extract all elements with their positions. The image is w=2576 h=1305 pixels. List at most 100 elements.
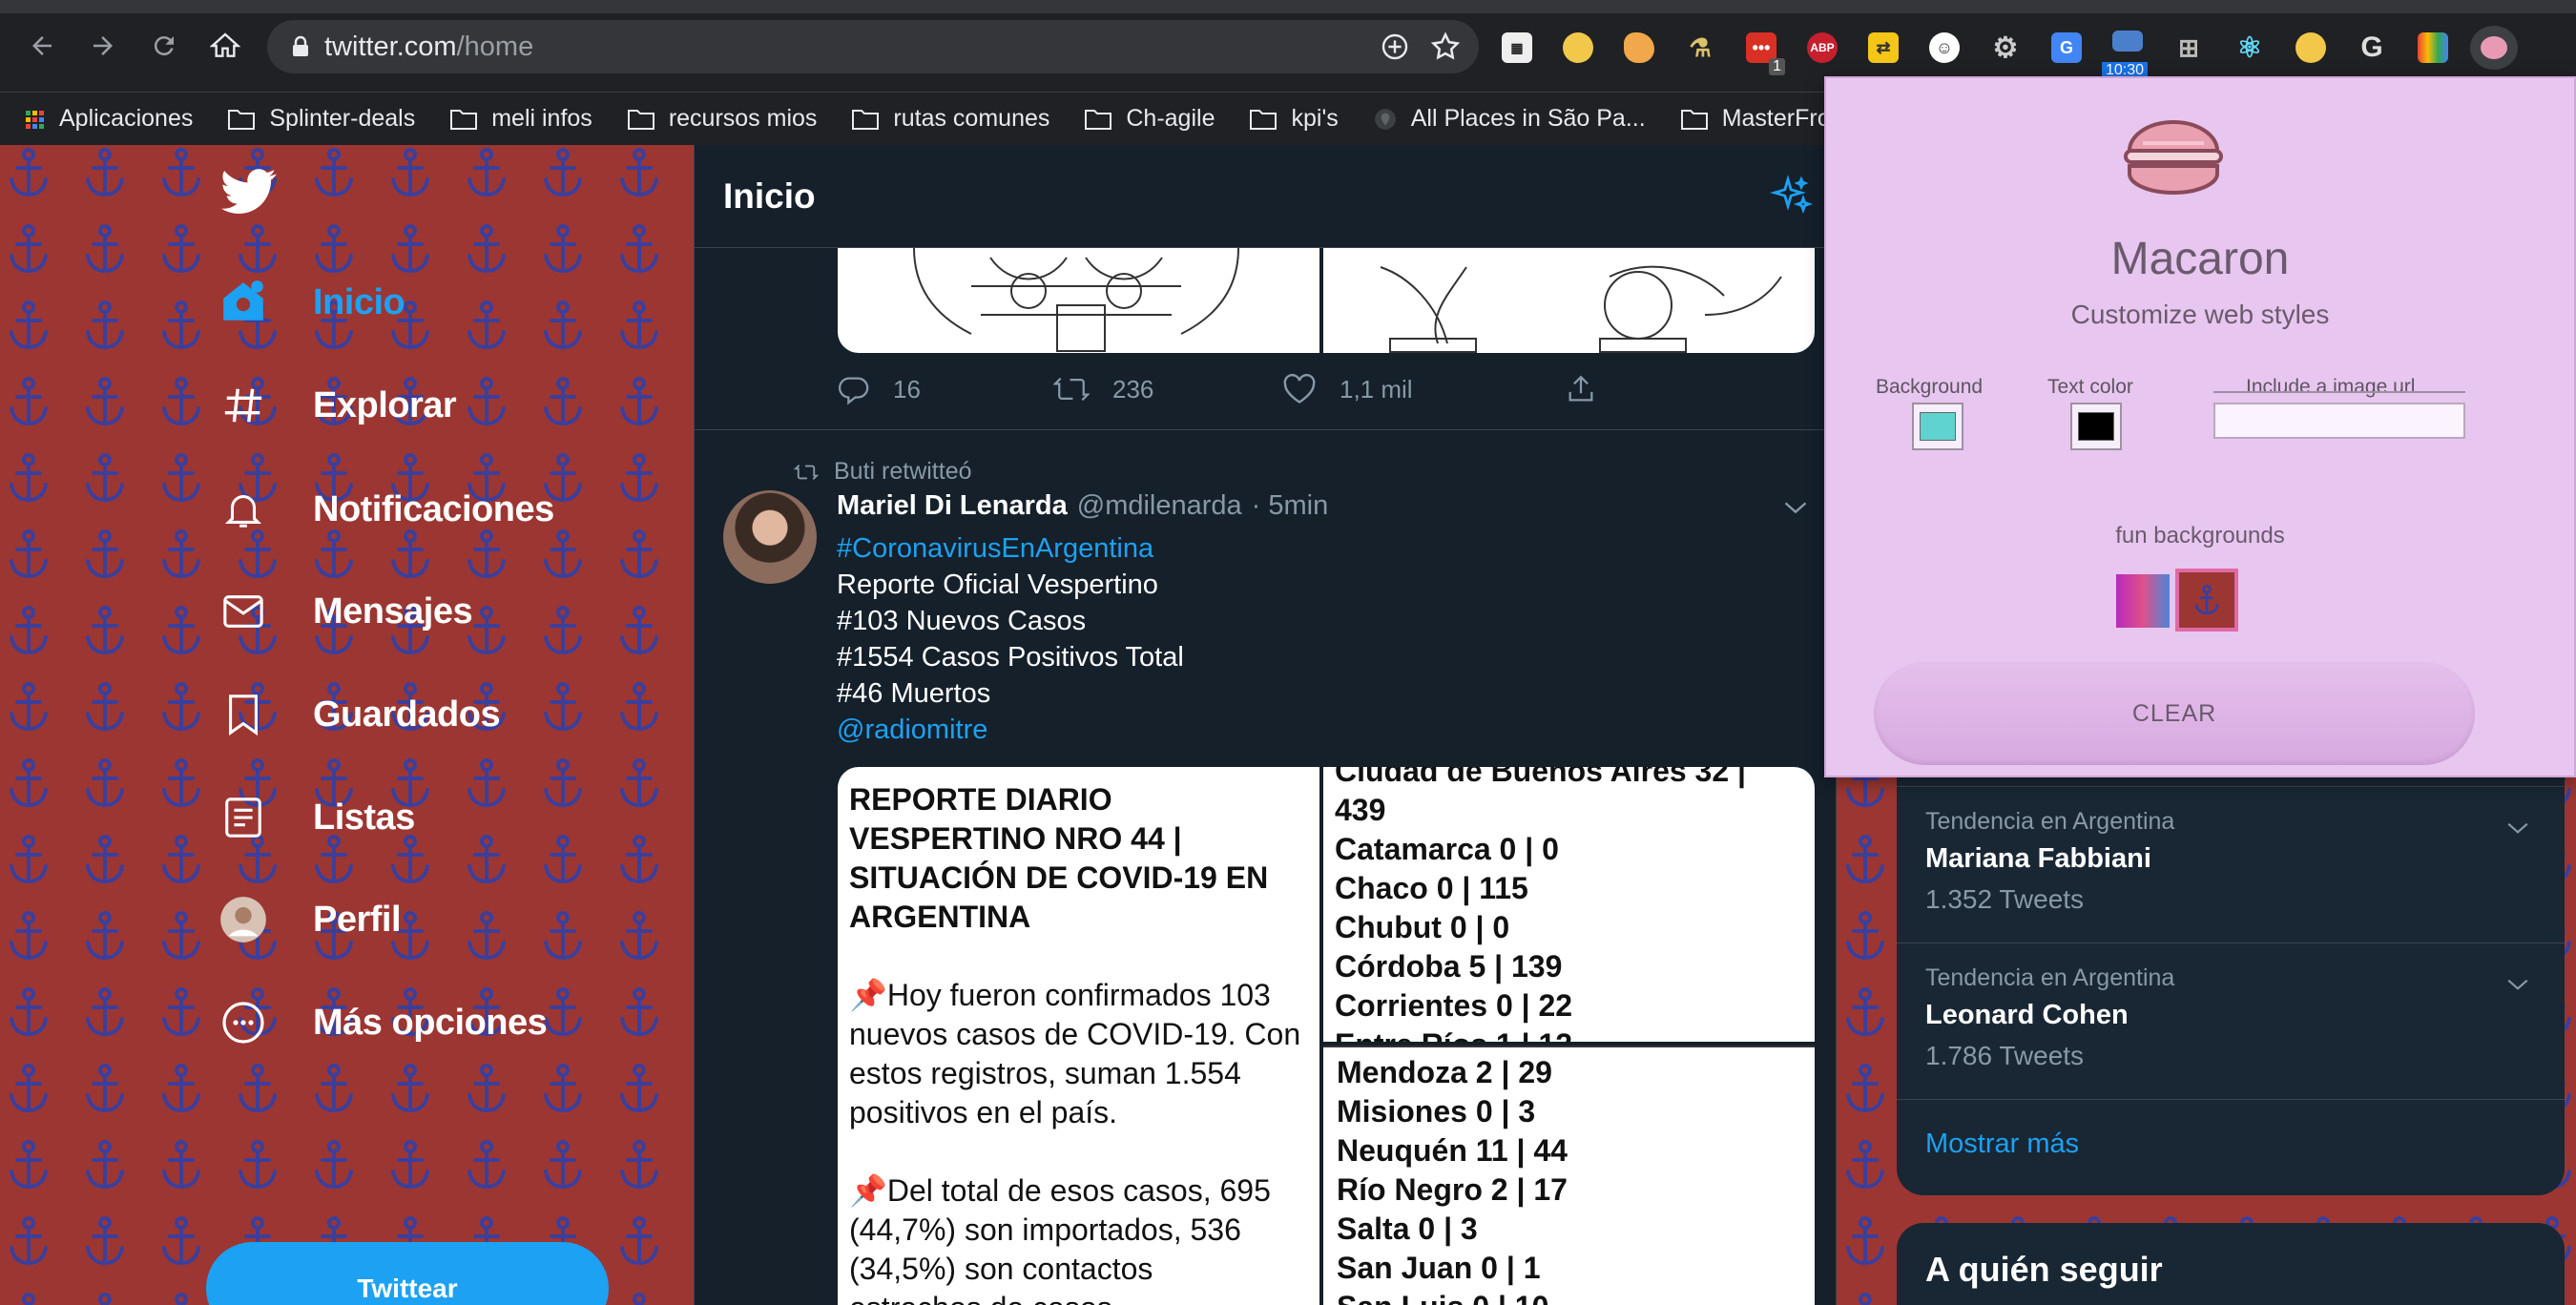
- settings-extension[interactable]: ⚙: [1982, 26, 2029, 70]
- clock-extension[interactable]: 10:30: [2102, 26, 2151, 79]
- image-url-underline: [2213, 391, 2465, 395]
- bookmark-item[interactable]: MasterFron: [1680, 105, 1844, 133]
- chevron-down-icon[interactable]: [2505, 819, 2530, 837]
- twitter-logo-icon[interactable]: [221, 168, 277, 216]
- timeline-column: Inicio 16 236 1,1 mil Buti retwitteó Mar…: [694, 145, 1837, 1305]
- bookmark-item[interactable]: meli infos: [449, 105, 592, 133]
- sidebar-item-explorar[interactable]: Explorar: [218, 380, 457, 431]
- tweet-time[interactable]: · 5min: [1252, 490, 1329, 522]
- report-line: 📌Del total de esos casos, 695: [849, 1173, 1271, 1208]
- reload-button[interactable]: [139, 21, 189, 71]
- sidebar-item-notificaciones[interactable]: Notificaciones: [218, 484, 554, 535]
- bird-extension[interactable]: [1615, 26, 1663, 70]
- image-url-label: Include a image url: [2246, 376, 2416, 398]
- sync-extension[interactable]: ⇄: [1859, 26, 1907, 70]
- color-extension[interactable]: [2409, 26, 2457, 70]
- trend-name: Mariana Fabbiani: [1925, 843, 2151, 874]
- list-icon: [218, 792, 269, 843]
- author-handle[interactable]: @mdilenarda: [1077, 490, 1242, 522]
- report-line: Chaco 0 | 115: [1335, 871, 1528, 905]
- image-url-input[interactable]: [2213, 403, 2465, 439]
- folder-icon: [1084, 108, 1112, 131]
- report-image-left[interactable]: REPORTE DIARIO VESPERTINO NRO 44 | SITUACI…: [838, 767, 1319, 1305]
- sidebar-item-m-s-opciones[interactable]: Más opciones: [218, 997, 548, 1048]
- burger-extension[interactable]: [1554, 26, 1602, 70]
- trend-count: 1.352 Tweets: [1925, 884, 2085, 914]
- fun-background-anchor-option[interactable]: [2175, 569, 2238, 632]
- forward-button[interactable]: [78, 21, 128, 71]
- bookmark-item[interactable]: Splinter-deals: [227, 105, 415, 133]
- adblock-icon: ABP: [1807, 32, 1838, 63]
- translate-extension[interactable]: G: [2043, 26, 2090, 70]
- report-image-bottom-right[interactable]: Mendoza 2 | 29 Misiones 0 | 3 Neuquén 11 |…: [1323, 1046, 1815, 1305]
- tweet-button[interactable]: Twittear: [206, 1242, 609, 1305]
- trend-item[interactable]: Tendencia en Argentina Leonard Cohen 1.7…: [1897, 942, 2565, 1099]
- bookmark-item[interactable]: kpi's: [1249, 105, 1339, 133]
- tweet-line: #46 Muertos: [837, 678, 991, 709]
- adblock-plus-extension[interactable]: ABP: [1798, 26, 1846, 70]
- tweet-image-creatures[interactable]: [1323, 248, 1815, 353]
- page-title: Inicio: [723, 176, 816, 216]
- sidebar-item-guardados[interactable]: Guardados: [218, 689, 501, 740]
- tweet-menu-chevron-icon[interactable]: [1782, 498, 1809, 517]
- text-color-picker[interactable]: [2070, 403, 2122, 450]
- bell-icon: [218, 484, 269, 535]
- url-text[interactable]: twitter.com/home: [324, 31, 533, 63]
- lock-icon: [293, 35, 308, 56]
- google-extension[interactable]: G: [2348, 26, 2396, 70]
- chevron-down-icon[interactable]: [2505, 976, 2530, 993]
- report-line: Corrientes 0 | 22: [1335, 988, 1573, 1023]
- extensions-bar: ▦ ⚗ ••• 1 ABP ⇄ ☺ ⚙ G 10:30 ⊞ ⚛ G: [1493, 25, 2518, 79]
- star-bookmark-icon[interactable]: [1429, 31, 1462, 63]
- author-avatar[interactable]: [723, 490, 817, 584]
- flask-extension[interactable]: ⚗: [1676, 26, 1724, 70]
- tweet-body: #CoronavirusEnArgentina Reporte Oficial V…: [837, 530, 1791, 748]
- trend-item[interactable]: Tendencia en Argentina Mariana Fabbiani …: [1897, 786, 2565, 942]
- tweet-link[interactable]: #CoronavirusEnArgentina: [837, 530, 1791, 567]
- report-left-text: REPORTE DIARIO VESPERTINO NRO 44 | SITUACI…: [838, 767, 1319, 1305]
- fun-background-gradient-option[interactable]: [2116, 574, 2170, 628]
- show-more-link[interactable]: Mostrar más: [1897, 1099, 2565, 1194]
- clear-button[interactable]: CLEAR: [1874, 662, 2475, 765]
- author-name[interactable]: Mariel Di Lenarda: [837, 490, 1068, 522]
- report-image-top-right[interactable]: Ciudad de Buenos Aires 32 | 439 Catamarca …: [1323, 767, 1815, 1042]
- like-button[interactable]: 1,1 mil: [1282, 373, 1413, 405]
- back-button[interactable]: [17, 21, 67, 71]
- macaron-extension[interactable]: [2470, 26, 2518, 70]
- report-line: ARGENTINA: [849, 900, 1031, 934]
- macaron-title: Macaron: [2110, 234, 2290, 284]
- dots-extension[interactable]: ••• 1: [1737, 26, 1785, 75]
- sidebar-item-listas[interactable]: Listas: [218, 792, 415, 843]
- background-color-picker[interactable]: [1912, 403, 1963, 450]
- home-button[interactable]: [200, 21, 250, 71]
- sidebar-item-inicio[interactable]: Inicio: [218, 277, 405, 328]
- bookmark-item[interactable]: All Places in São Pa...: [1373, 105, 1646, 133]
- sidebar-item-perfil[interactable]: Perfil: [218, 894, 402, 945]
- burger2-extension[interactable]: [2287, 26, 2335, 70]
- bookmark-label: Ch-agile: [1126, 105, 1215, 132]
- sidebar-item-label: Guardados: [313, 694, 501, 735]
- add-icon[interactable]: [1380, 31, 1410, 62]
- heart-icon: [1283, 373, 1316, 404]
- bookmark-label: kpi's: [1291, 105, 1339, 132]
- bookmark-item[interactable]: recursos mios: [627, 105, 817, 133]
- report-top-right-text: Ciudad de Buenos Aires 32 | 439 Catamarca …: [1323, 767, 1815, 1042]
- gear-icon: ⚙: [1992, 31, 2019, 64]
- report-line: nuevos casos de COVID-19. Con: [849, 1017, 1301, 1051]
- face-extension[interactable]: ☺: [1921, 26, 1968, 70]
- grid-extension[interactable]: ⊞: [2165, 26, 2212, 70]
- reply-button[interactable]: 16: [838, 373, 921, 405]
- bookmark-label: rutas comunes: [893, 105, 1050, 132]
- sparkle-icon[interactable]: [1769, 174, 1815, 219]
- tweet-link[interactable]: @radiomitre: [837, 712, 1791, 748]
- bookmark-item[interactable]: Ch-agile: [1084, 105, 1215, 133]
- tweet-image-crest[interactable]: [838, 248, 1319, 353]
- qr-code-extension[interactable]: ▦: [1493, 26, 1541, 70]
- share-button[interactable]: [1565, 373, 1597, 405]
- react-extension[interactable]: ⚛: [2226, 26, 2274, 70]
- bookmark-item[interactable]: rutas comunes: [851, 105, 1049, 133]
- address-bar[interactable]: twitter.com/home: [267, 20, 1479, 73]
- retweet-button[interactable]: 236: [1053, 373, 1153, 405]
- sidebar-item-mensajes[interactable]: Mensajes: [218, 586, 473, 637]
- bookmark-item[interactable]: Aplicaciones: [23, 105, 193, 133]
